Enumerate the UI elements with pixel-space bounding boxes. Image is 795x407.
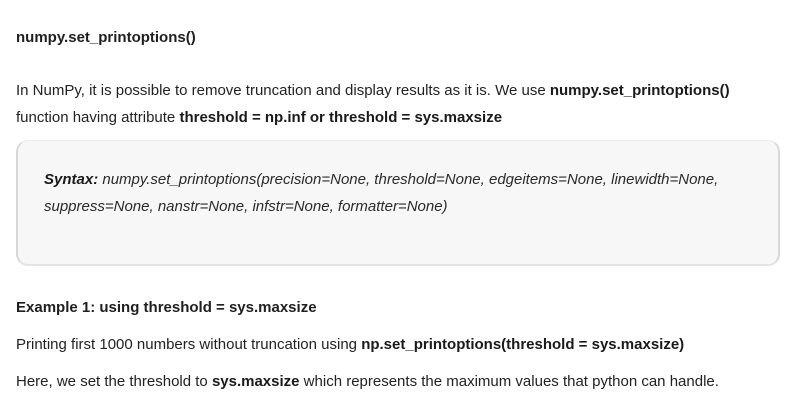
syntax-box: Syntax: numpy.set_printoptions(precision…: [16, 140, 780, 266]
intro-paragraph: In NumPy, it is possible to remove trunc…: [16, 77, 776, 131]
explanation-text-1: Here, we set the threshold to: [16, 373, 212, 390]
example-description: Printing first 1000 numbers without trun…: [16, 331, 684, 358]
intro-bold-threshold: threshold = np.inf or threshold = sys.ma…: [179, 109, 503, 126]
example-bold-code: np.set_printoptions(threshold = sys.maxs…: [361, 336, 685, 353]
syntax-text: Syntax: numpy.set_printoptions(precision…: [44, 166, 764, 220]
explanation-text-2: which represents the maximum values that…: [299, 373, 719, 390]
syntax-code: numpy.set_printoptions(precision=None, t…: [44, 171, 719, 215]
intro-text-1: In NumPy, it is possible to remove trunc…: [16, 82, 550, 99]
syntax-label: Syntax:: [44, 171, 99, 188]
example-title: Example 1: using threshold = sys.maxsize: [16, 299, 317, 316]
intro-text-2: function having attribute: [16, 109, 180, 126]
explanation-bold-maxsize: sys.maxsize: [211, 373, 300, 390]
section-heading: numpy.set_printoptions(): [16, 29, 196, 46]
intro-bold-function: numpy.set_printoptions(): [549, 82, 730, 99]
threshold-explanation: Here, we set the threshold to sys.maxsiz…: [16, 368, 719, 395]
example-text-1: Printing first 1000 numbers without trun…: [16, 336, 362, 353]
